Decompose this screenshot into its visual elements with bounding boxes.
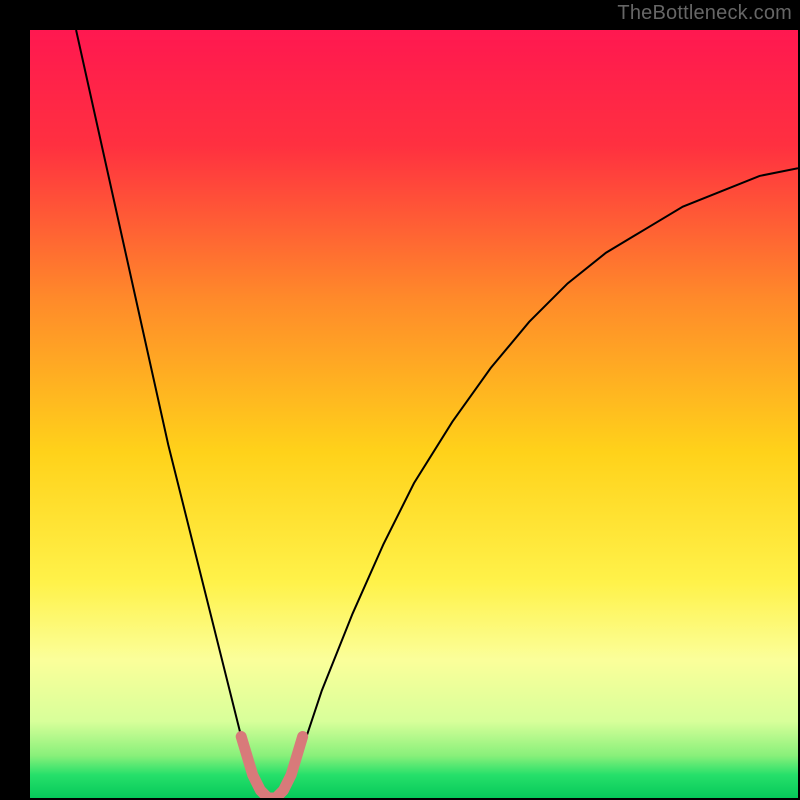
chart-frame: TheBottleneck.com: [0, 0, 800, 800]
bottleneck-chart: [30, 30, 798, 798]
gradient-background: [30, 30, 798, 798]
plot-area: [30, 30, 798, 798]
watermark-text: TheBottleneck.com: [617, 2, 792, 25]
